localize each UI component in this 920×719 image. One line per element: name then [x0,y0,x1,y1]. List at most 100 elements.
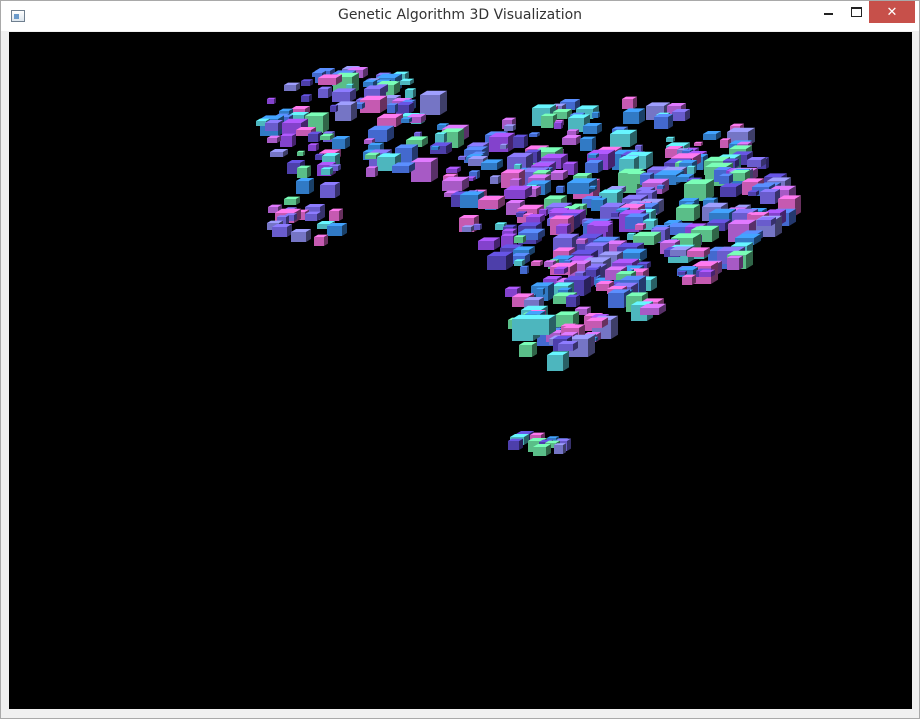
voxel-block [487,251,513,270]
voxel-block [335,101,357,121]
voxel-block [442,176,469,191]
voxel-block [478,195,505,209]
voxel-block [291,229,311,242]
voxel-block [267,97,276,104]
voxel-block [554,121,563,129]
voxel-block [657,184,665,189]
voxel-block [314,234,328,246]
voxel-block [366,166,378,177]
voxel-block [666,136,675,142]
voxel-block [504,185,532,199]
voxel-block [585,160,603,173]
3d-viewport[interactable] [9,32,912,709]
voxel-block [678,270,687,275]
voxel-block [526,214,545,223]
voxel-block [727,255,743,270]
voxel-block [514,259,525,266]
voxel-block [284,196,300,205]
voxel-block [585,267,600,277]
voxel-block [720,183,742,197]
voxel-block [757,217,776,226]
minimize-button[interactable] [813,1,843,23]
voxel-block [676,204,700,221]
voxel-block [510,178,522,187]
voxel-block [556,185,565,193]
voxel-block [513,134,528,148]
voxel-block [265,120,283,131]
voxel-block [529,132,540,137]
voxel-block [687,165,696,174]
voxel-block [267,135,281,143]
voxel-block [533,444,551,456]
maximize-button[interactable] [841,1,871,23]
voxel-block [308,131,322,142]
voxel-block [284,82,300,91]
voxel-block [562,135,581,145]
voxel-block [682,274,696,285]
voxel-scene [256,66,801,456]
voxel-block [270,149,288,157]
voxel-block [396,102,414,114]
voxel-block [301,94,312,102]
voxel-block [297,165,311,178]
voxel-block [593,223,613,232]
voxel-block [305,211,321,221]
minimize-icon [823,13,833,15]
voxel-block [635,223,646,230]
voxel-block [329,208,343,221]
window-title: Genetic Algorithm 3D Visualization [337,7,583,23]
voxel-block [514,163,522,169]
voxel-block [478,237,500,250]
voxel-block [405,88,416,98]
close-button[interactable]: ✕ [869,1,915,23]
voxel-block [420,90,447,115]
voxel-block [519,342,537,357]
voxel-block [297,150,305,156]
voxel-block [308,143,319,151]
voxel-block [654,114,673,129]
voxel-block [580,136,596,151]
voxel-block [592,111,600,118]
voxel-block [583,123,602,134]
voxel-block [296,178,314,194]
voxel-block [473,223,482,230]
voxel-block [554,443,566,454]
voxel-block [760,189,780,204]
voxel-block [514,235,526,243]
voxel-block [504,124,516,131]
voxel-block [520,265,529,274]
voxel-block [377,113,403,127]
voxel-block [462,225,474,232]
voxel-block [703,131,721,140]
voxel-block [622,96,637,109]
voxel-block [318,86,332,98]
voxel-block [623,108,645,124]
title-bar[interactable]: Genetic Algorithm 3D Visualization ✕ [1,1,919,31]
voxel-block [610,129,637,147]
voxel-block [280,133,296,147]
voxel-block [431,145,440,150]
voxel-block [301,79,313,86]
voxel-block [411,157,438,182]
voxel-block [332,88,356,102]
voxel-block [547,351,569,371]
voxel-block [387,103,398,113]
close-icon: ✕ [886,4,898,20]
voxel-block [346,83,354,88]
voxel-block [446,166,461,173]
voxel-block [530,314,556,335]
voxel-block [536,287,545,295]
voxel-block [500,143,508,149]
voxel-block [320,182,340,198]
voxel-block [550,170,568,180]
voxel-block [567,129,579,135]
voxel-block [332,136,350,149]
maximize-icon [850,7,862,17]
app-window: Genetic Algorithm 3D Visualization ✕ [0,0,920,719]
voxel-block [330,104,338,112]
voxel-block [508,438,523,450]
voxel-block [490,175,501,184]
voxel-block [272,224,292,237]
voxel-block [392,162,415,173]
voxel-block [558,341,578,351]
